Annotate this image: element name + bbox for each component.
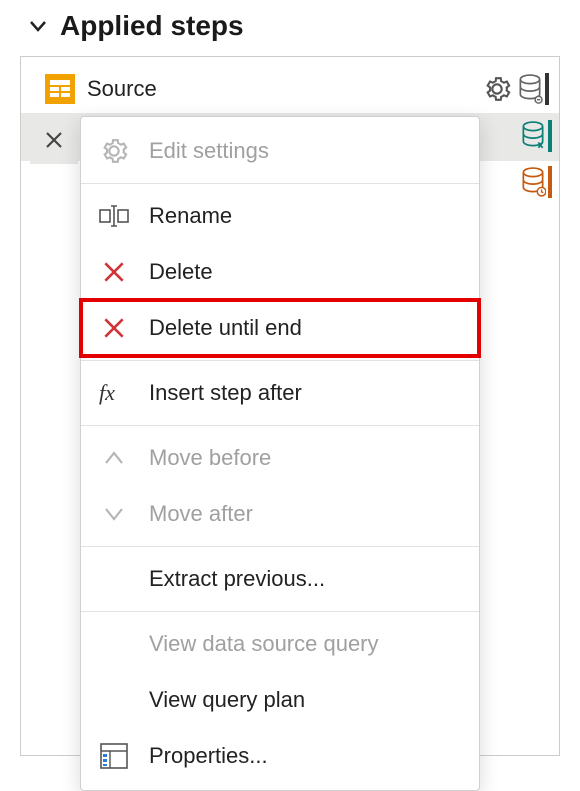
properties-table-icon (97, 743, 131, 769)
menu-insert-step-after[interactable]: fx Insert step after (81, 365, 479, 421)
database-clock-icon[interactable] (520, 166, 552, 198)
menu-label: Move before (149, 445, 271, 471)
menu-label: Rename (149, 203, 232, 229)
step-row-source[interactable]: Source (21, 65, 559, 113)
menu-rename[interactable]: Rename (81, 188, 479, 244)
menu-view-query-plan[interactable]: View query plan (81, 672, 479, 728)
menu-edit-settings: Edit settings (81, 123, 479, 179)
step-status-icons (520, 120, 552, 198)
menu-label: Properties... (149, 743, 268, 769)
menu-label: Move after (149, 501, 253, 527)
delete-step-button[interactable] (30, 116, 78, 164)
menu-label: Insert step after (149, 380, 302, 406)
gear-icon (97, 137, 131, 165)
menu-separator (81, 611, 479, 612)
step-context-menu: Edit settings Rename Delete Delete until… (80, 116, 480, 791)
chevron-up-icon (97, 449, 131, 467)
menu-label: View query plan (149, 687, 305, 713)
menu-label: Extract previous... (149, 566, 325, 592)
step-label: Source (87, 76, 471, 102)
fx-icon: fx (97, 380, 131, 406)
database-icon[interactable] (517, 73, 549, 105)
chevron-down-icon (28, 16, 48, 36)
menu-move-after: Move after (81, 486, 479, 542)
menu-label: Delete until end (149, 315, 302, 341)
menu-delete[interactable]: Delete (81, 244, 479, 300)
gear-icon[interactable] (483, 75, 511, 103)
delete-x-icon (97, 315, 131, 341)
applied-steps-header[interactable]: Applied steps (0, 0, 580, 56)
svg-text:fx: fx (99, 380, 115, 405)
database-refresh-icon[interactable] (520, 120, 552, 152)
menu-separator (81, 425, 479, 426)
menu-view-data-source-query: View data source query (81, 616, 479, 672)
chevron-down-icon (97, 505, 131, 523)
menu-separator (81, 546, 479, 547)
delete-x-icon (97, 259, 131, 285)
menu-label: Edit settings (149, 138, 269, 164)
menu-properties[interactable]: Properties... (81, 728, 479, 784)
table-source-icon (45, 74, 75, 104)
menu-extract-previous[interactable]: Extract previous... (81, 551, 479, 607)
menu-delete-until-end[interactable]: Delete until end (81, 300, 479, 356)
rename-icon (97, 204, 131, 228)
menu-separator (81, 360, 479, 361)
menu-move-before: Move before (81, 430, 479, 486)
menu-label: View data source query (149, 631, 379, 657)
panel-title: Applied steps (60, 10, 244, 42)
menu-label: Delete (149, 259, 213, 285)
menu-separator (81, 183, 479, 184)
